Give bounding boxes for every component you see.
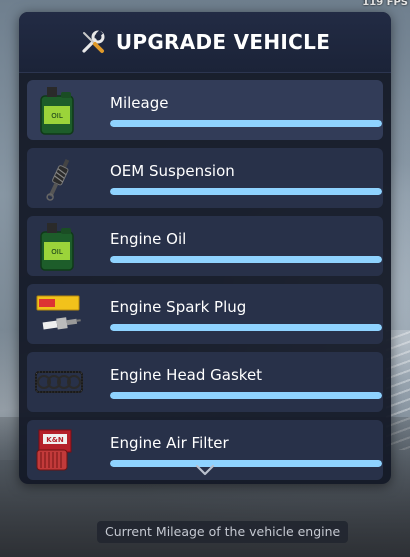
- progress-bar-fill: [110, 256, 382, 263]
- upgrade-item-label: Engine Oil: [110, 230, 187, 248]
- tooltip: Current Mileage of the vehicle engine: [97, 521, 349, 543]
- svg-text:K&N: K&N: [46, 436, 64, 444]
- progress-bar-fill: [110, 324, 382, 331]
- progress-bar-fill: [110, 460, 382, 467]
- progress-bar: [110, 392, 382, 399]
- oil-bottle-icon: OIL: [40, 87, 74, 135]
- upgrade-vehicle-panel: UPGRADE VEHICLE OIL Mileage OEM Suspensi…: [19, 12, 391, 484]
- air-filter-icon: K&N: [36, 429, 72, 471]
- upgrade-item-mileage[interactable]: OIL Mileage: [27, 80, 383, 140]
- progress-bar-fill: [110, 188, 382, 195]
- upgrade-item-oem-suspension[interactable]: OEM Suspension: [27, 148, 383, 208]
- upgrade-item-label: Mileage: [110, 94, 169, 112]
- shock-absorber-icon: [46, 159, 70, 201]
- upgrade-item-label: Engine Air Filter: [110, 434, 229, 452]
- oil-bottle-icon: OIL: [40, 223, 74, 271]
- upgrade-list: OIL Mileage OEM Suspension OIL Engine Oi…: [27, 80, 383, 484]
- chevron-down-icon[interactable]: [194, 464, 216, 476]
- upgrade-item-label: OEM Suspension: [110, 162, 235, 180]
- svg-text:OIL: OIL: [51, 112, 63, 120]
- progress-bar: [110, 256, 382, 263]
- progress-bar: [110, 324, 382, 331]
- progress-bar: [110, 460, 382, 467]
- progress-bar: [110, 120, 382, 127]
- panel-header: UPGRADE VEHICLE: [19, 12, 391, 73]
- head-gasket-icon: [35, 371, 83, 393]
- upgrade-item-label: Engine Head Gasket: [110, 366, 263, 384]
- page-title: UPGRADE VEHICLE: [115, 30, 331, 54]
- upgrade-item-engine-oil[interactable]: OIL Engine Oil: [27, 216, 383, 276]
- progress-bar: [110, 188, 382, 195]
- upgrade-item-engine-spark-plug[interactable]: Engine Spark Plug: [27, 284, 383, 344]
- fps-counter: 119 FPS: [362, 0, 408, 8]
- tools-icon: [82, 29, 105, 53]
- spark-plug-icon: [36, 295, 81, 330]
- svg-text:OIL: OIL: [51, 248, 63, 256]
- upgrade-item-label: Engine Spark Plug: [110, 298, 247, 316]
- progress-bar-fill: [110, 120, 382, 127]
- progress-bar-fill: [110, 392, 382, 399]
- upgrade-item-engine-head-gasket[interactable]: Engine Head Gasket: [27, 352, 383, 412]
